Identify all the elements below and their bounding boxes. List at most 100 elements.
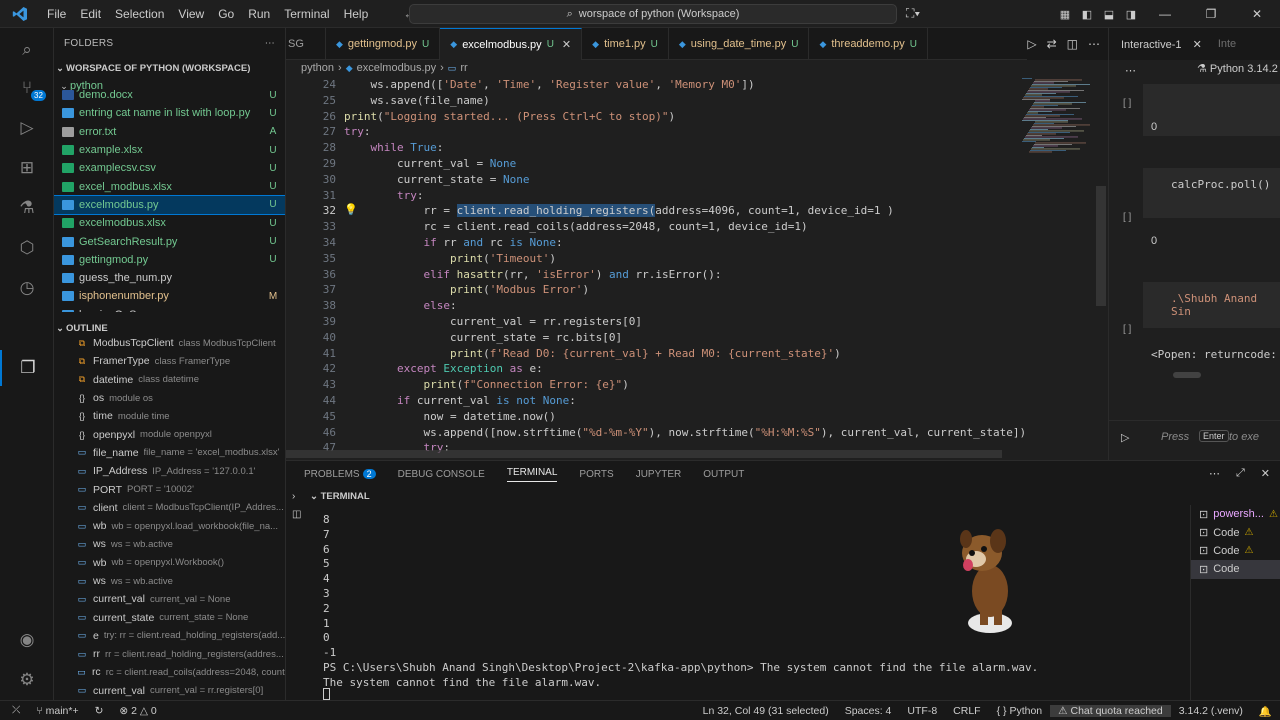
interactive-cell-code[interactable]: calcProc.poll() (1143, 168, 1280, 218)
line-endings[interactable]: CRLF (945, 705, 988, 717)
chevron-right-icon[interactable]: › (292, 491, 295, 502)
code-line[interactable]: 24 ws.append(['Date', 'Time', 'Register … (286, 77, 1096, 93)
file-item[interactable]: GetSearchResult.py U (54, 232, 285, 250)
terminal-instance[interactable]: ⊡ Code (1191, 560, 1280, 579)
file-item[interactable]: excel_modbus.xlsx U (54, 177, 285, 195)
outline-item[interactable]: {} os module os (54, 389, 285, 407)
accounts-icon[interactable]: ◉ (0, 622, 54, 658)
notifications-icon[interactable]: 🔔 (1251, 705, 1280, 718)
outline-item[interactable]: ⧉ ModbusTcpClient class ModbusTcpClient (54, 334, 285, 352)
compare-icon[interactable]: ⇄ (1047, 37, 1057, 51)
toggle-panel-icon[interactable]: ⬓ (1098, 8, 1120, 21)
file-item[interactable]: example.xlsx U (54, 141, 285, 159)
kernel-picker[interactable]: ⚗ Python 3.14.2 (1197, 62, 1278, 75)
terminal-instance[interactable]: ⊡ Code ⚠ (1191, 542, 1280, 560)
code-line[interactable]: 46 ws.append([now.strftime("%d-%m-%Y"), … (286, 425, 1096, 441)
extensions-icon[interactable]: ⊞ (0, 150, 54, 186)
toggle-secondary-sidebar-icon[interactable]: ◨ (1120, 8, 1142, 21)
terminal-section-header[interactable]: ⌄ TERMINAL (310, 491, 370, 502)
file-item[interactable]: excelmodbus.xlsx U (54, 214, 285, 232)
outline-item[interactable]: ▭ client client = ModbusTcpClient(IP_Addre… (54, 499, 285, 517)
maximize-panel-icon[interactable]: ⤢ (1236, 467, 1245, 480)
copilot-icon[interactable]: ⛶▾ (906, 6, 920, 21)
outline-item[interactable]: ▭ rr rr = client.read_holding_registers(ad… (54, 645, 285, 663)
terminal-instance[interactable]: ⊡ Code ⚠ (1191, 523, 1280, 541)
code-line[interactable]: 39 current_val = rr.registers[0] (286, 314, 1096, 330)
run-debug-icon[interactable]: ▷ (0, 110, 54, 146)
code-line[interactable]: 45 now = datetime.now() (286, 409, 1096, 425)
panel-tab-problems[interactable]: PROBLEMS 2 (304, 468, 376, 480)
vertical-scrollbar[interactable] (1096, 186, 1106, 306)
code-line[interactable]: 42 except Exception as e: (286, 361, 1096, 377)
outline-item[interactable]: ▭ rc rc = client.read_coils(address=2048, … (54, 663, 285, 681)
run-icon[interactable]: ▷ (1027, 37, 1036, 51)
command-center-search[interactable]: ⌕ worspace of python (Workspace) (409, 4, 897, 24)
branch-indicator[interactable]: ⑂ main*+ (28, 705, 86, 717)
sync-icon[interactable]: ↻ (87, 705, 112, 717)
panel-tab-jupyter[interactable]: JUPYTER (636, 469, 682, 480)
split-editor-icon[interactable]: ◫ (1067, 37, 1078, 51)
indentation[interactable]: Spaces: 4 (837, 705, 900, 717)
python-env[interactable]: 3.14.2 (.venv) (1171, 705, 1251, 717)
outline-item[interactable]: ▭ current_state current_state = None (54, 608, 285, 626)
testing-icon[interactable]: ⚗ (0, 190, 54, 226)
outline-item[interactable]: ▭ file_name file_name = 'excel_modbus.xlsx… (54, 444, 285, 462)
output-scrollbar[interactable] (1173, 372, 1201, 378)
menu-item-selection[interactable]: Selection (108, 0, 171, 28)
explorer-icon[interactable]: ❐ (0, 350, 54, 386)
code-line[interactable]: 41 print(f'Read D0: {current_val} + Read… (286, 346, 1096, 362)
file-item[interactable]: entring cat name in list with loop.py U (54, 104, 285, 122)
code-line[interactable]: 37 print('Modbus Error') (286, 282, 1096, 298)
panel-tab-debug-console[interactable]: DEBUG CONSOLE (398, 469, 485, 480)
menu-item-edit[interactable]: Edit (73, 0, 108, 28)
menu-item-view[interactable]: View (171, 0, 211, 28)
outline-item[interactable]: {} time module time (54, 407, 285, 425)
menu-item-help[interactable]: Help (337, 0, 376, 28)
file-item[interactable]: error.txt A (54, 123, 285, 141)
code-line[interactable]: 44 if current_val is not None: (286, 393, 1096, 409)
cursor-position[interactable]: Ln 32, Col 49 (31 selected) (695, 705, 837, 717)
menu-item-go[interactable]: Go (211, 0, 241, 28)
code-line[interactable]: 29 current_val = None (286, 156, 1096, 172)
outline-item[interactable]: ⧉ datetime class datetime (54, 371, 285, 389)
file-item[interactable]: excelmodbus.py U (54, 194, 285, 216)
language-mode[interactable]: { } Python (989, 705, 1051, 717)
close-panel-icon[interactable]: ✕ (1261, 467, 1270, 480)
more-actions-icon[interactable]: ⋯ (1088, 37, 1100, 51)
customize-layout-icon[interactable]: ▦ (1054, 8, 1076, 21)
run-cell-icon[interactable]: ▷ (1121, 431, 1129, 444)
code-line[interactable]: 31 try: (286, 188, 1096, 204)
editor-tab[interactable]: ◆ using_date_time.py U (669, 28, 810, 60)
file-item[interactable]: guess_the_num.py (54, 269, 285, 287)
outline-item[interactable]: ⧉ FramerType class FramerType (54, 352, 285, 370)
breadcrumb-file[interactable]: excelmodbus.py (357, 62, 437, 74)
code-line[interactable]: 32 rr = client.read_holding_registers(ad… (286, 203, 1096, 219)
outline-item[interactable]: ▭ ws ws = wb.active (54, 535, 285, 553)
code-line[interactable]: 27 try: (286, 124, 1096, 140)
lightbulb-icon[interactable]: 💡 (344, 203, 358, 216)
menu-item-terminal[interactable]: Terminal (277, 0, 336, 28)
code-line[interactable]: 26 print("Logging started... (Press Ctrl+… (286, 109, 1096, 125)
outline-item[interactable]: ▭ IP_Address IP_Address = '127.0.0.1' (54, 462, 285, 480)
breadcrumb-symbol[interactable]: rr (460, 62, 467, 74)
code-line[interactable]: 38 else: (286, 298, 1096, 314)
outline-item[interactable]: ▭ current_val current_val = rr.registers[0… (54, 682, 285, 700)
outline-item[interactable]: ▭ ws ws = wb.active (54, 572, 285, 590)
editor-tab[interactable]: ◆ threaddemo.py U (809, 28, 928, 60)
horizontal-scrollbar[interactable] (286, 450, 1002, 458)
more-actions-icon[interactable]: ⋯ (1209, 467, 1220, 480)
problems-indicator[interactable]: ⊗ 2 △ 0 (111, 705, 164, 717)
editor-tab[interactable]: ◆ gettingmod.py U (326, 28, 441, 60)
outline-item[interactable]: ▭ PORT PORT = '10002' (54, 480, 285, 498)
minimize-button[interactable]: — (1142, 7, 1188, 21)
menu-item-file[interactable]: File (40, 0, 73, 28)
editor-tab[interactable]: SG (286, 28, 326, 60)
panel-tab-terminal[interactable]: TERMINAL (506, 467, 558, 482)
code-line[interactable]: 30 current_state = None (286, 172, 1096, 188)
editor-tab[interactable]: ◆ time1.py U (582, 28, 669, 60)
code-line[interactable]: 28 while True: (286, 140, 1096, 156)
interactive-tab-2[interactable]: Inte (1202, 38, 1236, 50)
settings-gear-icon[interactable]: ⚙ (0, 662, 54, 698)
remote-explorer-icon[interactable]: ⬡ (0, 230, 54, 266)
minimap[interactable] (1018, 76, 1094, 460)
